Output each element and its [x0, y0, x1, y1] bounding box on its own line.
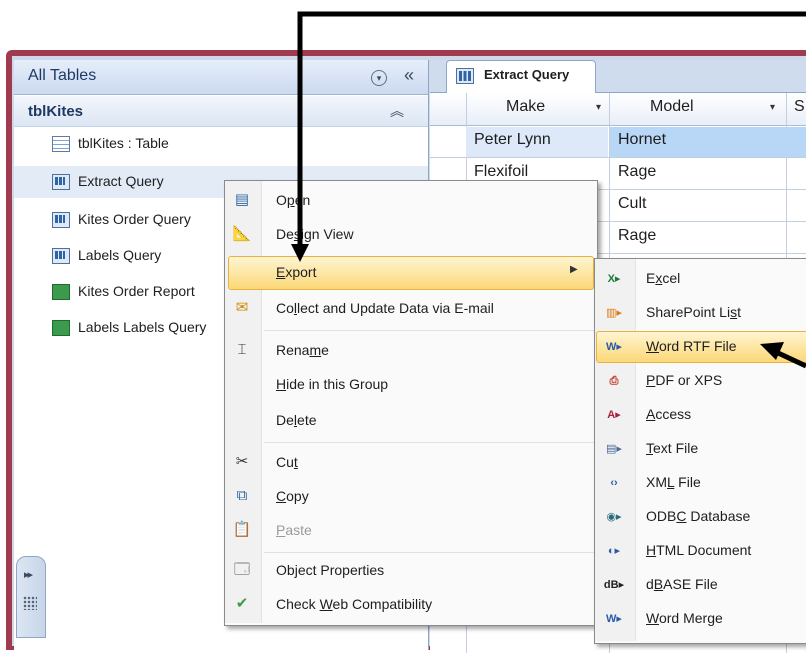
cell-make[interactable]: Flexifoil — [474, 163, 528, 181]
report-icon — [52, 320, 70, 336]
submenu-item-xml-file[interactable]: XML File — [646, 474, 701, 490]
menu-separator — [264, 552, 594, 553]
datasheet-header-row — [430, 93, 806, 126]
xml-icon: ‹› — [610, 477, 618, 489]
nav-item-label: Extract Query — [78, 173, 164, 189]
open-icon: ▤ — [234, 191, 250, 208]
word-merge-icon: W▸ — [606, 613, 622, 625]
submenu-item-access[interactable]: Access — [646, 406, 691, 422]
menu-item-collect-data[interactable]: Collect and Update Data via E-mail — [276, 300, 494, 316]
menu-separator — [264, 330, 594, 331]
nav-item-label: Labels Query — [78, 247, 162, 263]
grip-dots-icon[interactable] — [23, 596, 37, 610]
nav-item-label: Kites Order Report — [78, 283, 195, 299]
menu-item-rename[interactable]: Rename — [276, 342, 329, 358]
menu-separator — [264, 442, 594, 443]
cell-model[interactable]: Hornet — [618, 131, 666, 149]
nav-item-label: tblKites : Table — [78, 135, 169, 151]
report-icon — [52, 284, 70, 300]
submenu-item-sharepoint-list[interactable]: SharePoint List — [646, 304, 741, 320]
scissors-icon: ✂ — [235, 453, 249, 470]
group-collapse-icon[interactable]: ︽ — [390, 101, 404, 121]
paste-icon: 📋 — [232, 521, 252, 538]
cell-model[interactable]: Rage — [618, 227, 656, 245]
table-icon — [52, 136, 70, 152]
menu-item-copy[interactable]: Copy — [276, 488, 309, 504]
tab-label: Extract Query — [484, 67, 570, 82]
submenu-item-odbc-database[interactable]: ODBC Database — [646, 508, 750, 524]
nav-menu-chevron-icon[interactable]: ▾ — [371, 70, 387, 86]
dbase-icon: dB▸ — [603, 579, 625, 591]
menu-item-hide-in-group[interactable]: Hide in this Group — [276, 376, 388, 392]
query-icon — [52, 174, 70, 190]
submenu-item-pdf-xps[interactable]: PDF or XPS — [646, 372, 722, 388]
nav-item-label: Kites Order Query — [78, 211, 191, 227]
submenu-item-excel[interactable]: Excel — [646, 270, 680, 286]
submenu-item-word-rtf-file[interactable]: Word RTF File — [646, 338, 737, 354]
cell-model[interactable]: Rage — [618, 163, 656, 181]
column-header-model[interactable]: Model — [650, 98, 694, 116]
query-icon — [456, 68, 474, 87]
nav-pane-title[interactable]: All Tables — [28, 67, 96, 85]
menu-item-open[interactable]: Open — [276, 192, 310, 208]
shutter-collapse-icon[interactable]: « — [404, 65, 414, 86]
submenu-item-dbase-file[interactable]: dBASE File — [646, 576, 718, 592]
grid-line — [430, 157, 806, 158]
menu-item-check-web-compatibility[interactable]: Check Web Compatibility — [276, 596, 432, 612]
collect-data-icon: ✉ — [235, 299, 249, 316]
nav-item-tblkites-table[interactable]: tblKites : Table — [14, 128, 428, 160]
column-dropdown-icon[interactable]: ▾ — [770, 102, 775, 113]
properties-icon: 🗔 — [233, 561, 251, 578]
web-check-icon: ✔ — [235, 595, 249, 612]
menu-item-design-view[interactable]: Design View — [276, 226, 354, 242]
text-file-icon: ▤▸ — [606, 443, 622, 455]
excel-icon: X▸ — [607, 273, 621, 285]
submenu-item-html-document[interactable]: HTML Document — [646, 542, 751, 558]
pdf-icon: ⎙ — [609, 375, 619, 387]
submenu-arrow-icon: ▶ — [570, 264, 578, 275]
rename-icon: ⌶ — [237, 341, 247, 358]
column-header-partial[interactable]: S — [794, 98, 805, 116]
column-header-make[interactable]: Make — [506, 98, 545, 116]
menu-item-paste[interactable]: Paste — [276, 522, 312, 538]
cell-model[interactable]: Cult — [618, 195, 646, 213]
design-view-icon: 📐 — [232, 225, 252, 242]
query-icon — [52, 248, 70, 264]
odbc-icon: ◉▸ — [606, 511, 622, 523]
query-icon — [52, 212, 70, 228]
context-menu — [224, 180, 598, 626]
access-icon: A▸ — [607, 409, 621, 421]
nav-item-label: Labels Labels Query — [78, 319, 207, 335]
column-dropdown-icon[interactable]: ▾ — [596, 102, 601, 113]
word-icon: W▸ — [606, 341, 622, 353]
sharepoint-icon: ▥▸ — [606, 307, 622, 319]
menu-item-object-properties[interactable]: Object Properties — [276, 562, 384, 578]
menu-item-cut[interactable]: Cut — [276, 454, 298, 470]
expand-arrows-icon[interactable]: ▸▸ — [24, 568, 33, 581]
menu-icon-gutter — [225, 181, 262, 623]
cell-make[interactable]: Peter Lynn — [474, 131, 551, 149]
copy-icon: ⧉ — [236, 487, 248, 504]
submenu-item-text-file[interactable]: Text File — [646, 440, 698, 456]
nav-group-title[interactable]: tblKites — [28, 103, 83, 120]
menu-item-export[interactable]: Export — [276, 264, 316, 280]
submenu-item-word-merge[interactable]: Word Merge — [646, 610, 723, 626]
menu-item-delete[interactable]: Delete — [276, 412, 317, 428]
html-icon: ◐▸ — [607, 545, 621, 557]
